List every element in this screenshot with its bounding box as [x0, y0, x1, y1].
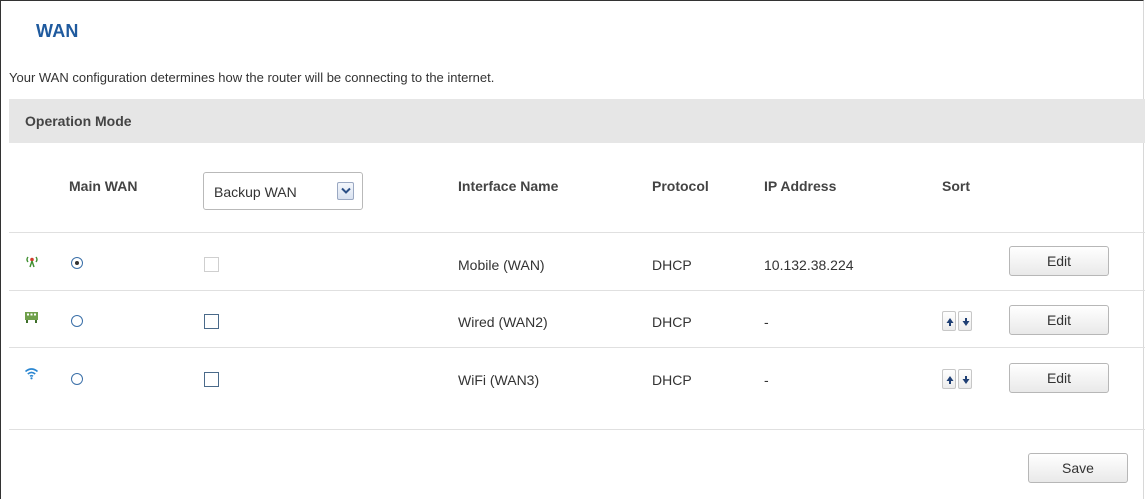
page-description: Your WAN configuration determines how th… [9, 70, 495, 85]
main-wan-radio[interactable] [71, 315, 83, 327]
column-header-sort: Sort [942, 178, 970, 194]
row-divider [9, 347, 1145, 348]
protocol-cell: DHCP [652, 257, 692, 273]
column-header-ip-address: IP Address [764, 178, 837, 194]
arrow-down-icon [962, 318, 970, 326]
edit-button[interactable]: Edit [1009, 246, 1109, 276]
section-header-operation-mode: Operation Mode [9, 99, 1145, 143]
arrow-up-icon [946, 318, 954, 326]
interface-name-cell: WiFi (WAN3) [458, 372, 540, 388]
move-up-button[interactable] [942, 369, 956, 389]
move-down-button[interactable] [958, 311, 972, 331]
sort-controls [942, 311, 974, 331]
page-title: WAN [36, 21, 79, 41]
protocol-cell: DHCP [652, 314, 692, 330]
backup-wan-select[interactable]: Backup WAN [203, 172, 363, 210]
wifi-icon [24, 367, 39, 385]
backup-wan-checkbox[interactable] [204, 314, 219, 329]
protocol-cell: DHCP [652, 372, 692, 388]
main-wan-radio[interactable] [71, 257, 83, 269]
row-divider [9, 429, 1145, 430]
arrow-up-icon [946, 376, 954, 384]
ip-address-cell: - [764, 372, 769, 388]
main-wan-radio[interactable] [71, 373, 83, 385]
edit-button[interactable]: Edit [1009, 305, 1109, 335]
backup-wan-select-value: Backup WAN [214, 184, 297, 200]
column-header-main-wan: Main WAN [69, 178, 138, 194]
move-up-button[interactable] [942, 311, 956, 331]
section-title: Operation Mode [25, 113, 132, 129]
backup-wan-checkbox[interactable] [204, 372, 219, 387]
ip-address-cell: - [764, 314, 769, 330]
ip-address-cell: 10.132.38.224 [764, 257, 854, 273]
interface-name-cell: Mobile (WAN) [458, 257, 545, 273]
mobile-signal-icon [25, 254, 39, 273]
row-divider [9, 290, 1145, 291]
column-header-protocol: Protocol [652, 178, 709, 194]
wan-page: WAN Your WAN configuration determines ho… [0, 0, 1145, 499]
edit-button[interactable]: Edit [1009, 363, 1109, 393]
sort-controls [942, 369, 974, 389]
row-divider [9, 232, 1145, 233]
arrow-down-icon [962, 376, 970, 384]
ethernet-port-icon [24, 311, 39, 329]
interface-name-cell: Wired (WAN2) [458, 314, 548, 330]
save-button[interactable]: Save [1028, 453, 1128, 483]
backup-wan-checkbox[interactable] [204, 257, 219, 272]
move-down-button[interactable] [958, 369, 972, 389]
column-header-interface-name: Interface Name [458, 178, 559, 194]
chevron-down-icon[interactable] [337, 182, 354, 200]
